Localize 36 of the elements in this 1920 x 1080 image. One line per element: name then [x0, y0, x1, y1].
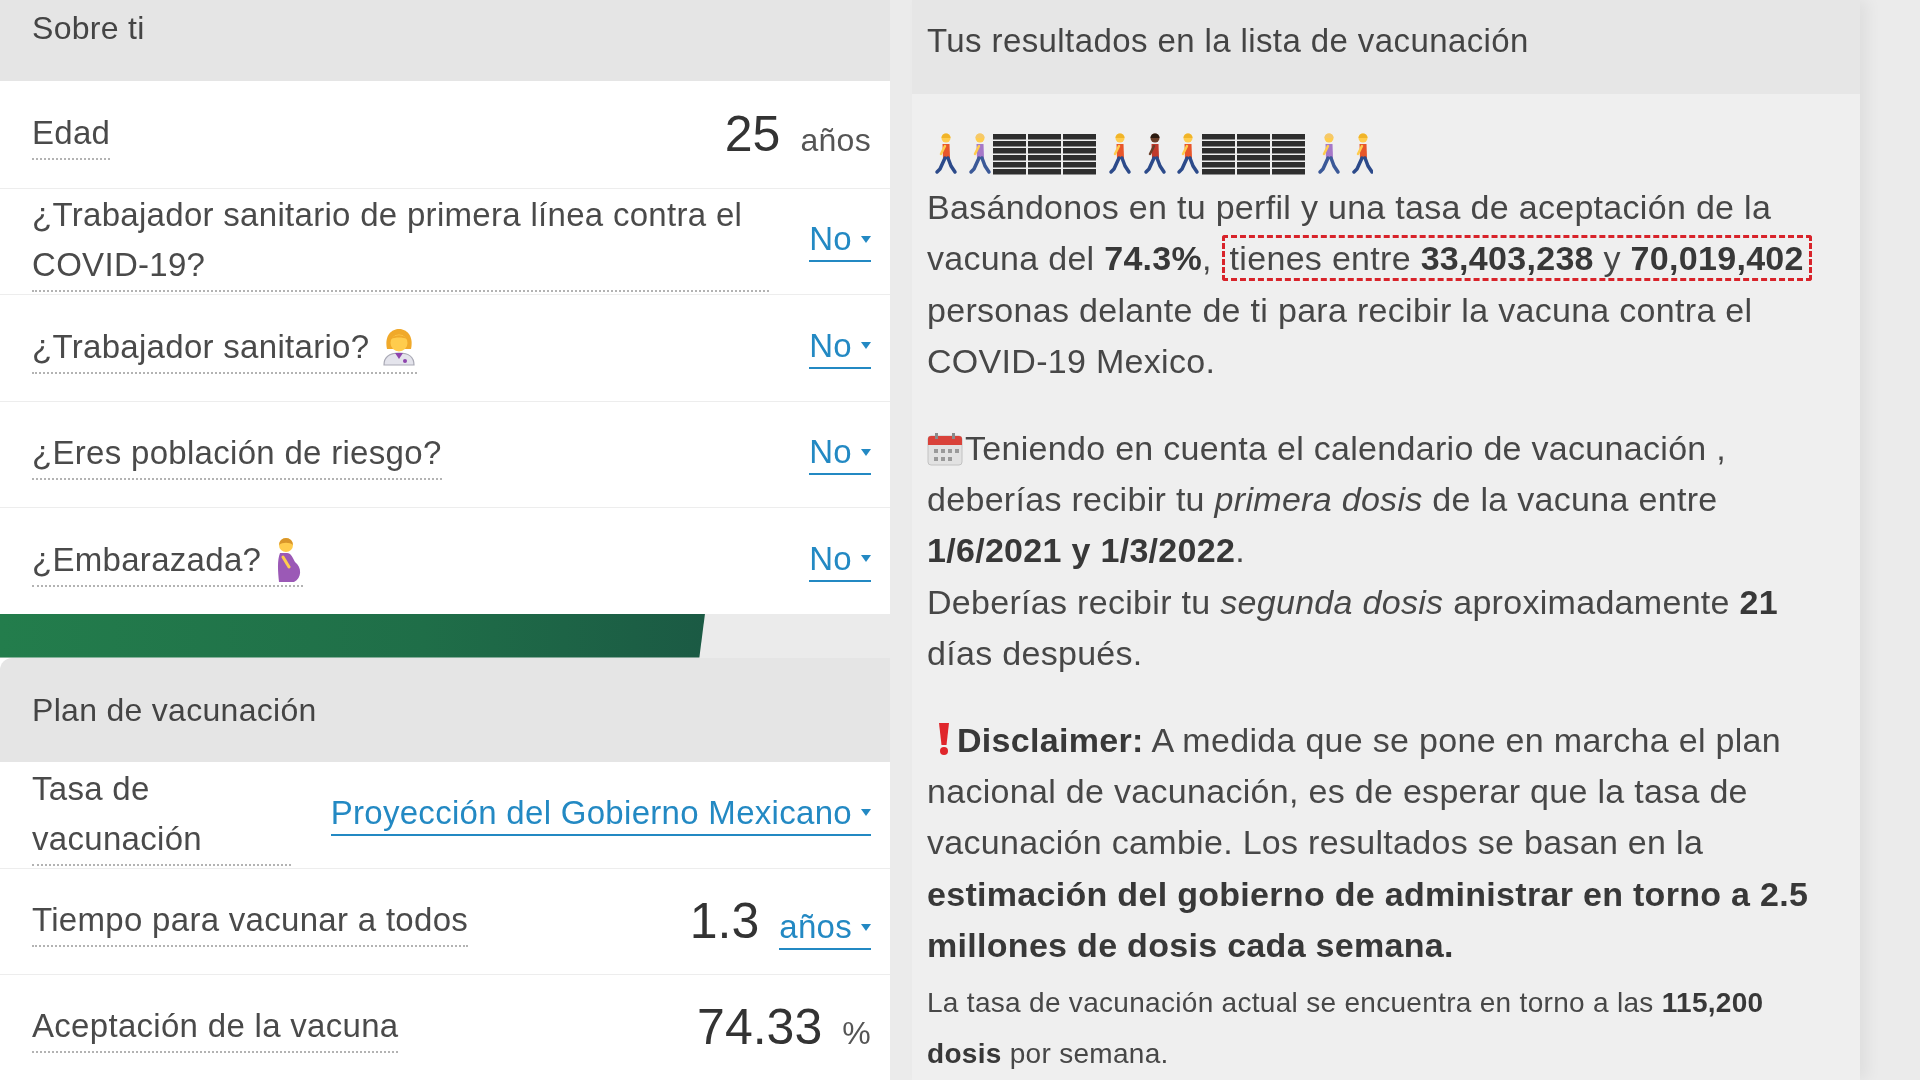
- exclamation-icon: [937, 721, 951, 756]
- caret-icon: [861, 809, 871, 816]
- caret-icon: [861, 448, 871, 456]
- section-title: Sobre ti: [32, 9, 145, 48]
- field-label: Tiempo para vacunar a todos: [32, 900, 469, 940]
- schedule-text: Teniendo en cuenta el calendario de vacunación , deberías recibir tu primera dosis de la vacuna entre 1/6/2021 y 1/3/2022. Deberías recibir tu segunda dosis aproximadamente 21 días después.: [927, 427, 1779, 675]
- number-input[interactable]: 1.3: [673, 891, 760, 951]
- field-label: Edad: [32, 113, 111, 154]
- caret-icon: [861, 923, 871, 931]
- unit-label: años: [800, 122, 871, 160]
- calendar-icon: [927, 431, 963, 466]
- field-label: ¿Eres población de riesgo?: [32, 433, 442, 474]
- results-summary: Basándonos en tu perfil y una tasa de aceptación de la vacuna del 74.3%, tienes entre 33,403,238 y 70,019,402 personas delante de ti para recibir la vacuna contra el COVID-19 Mexico.: [927, 182, 1842, 388]
- dropdown-link[interactable]: No: [809, 220, 871, 263]
- dropdown-link[interactable]: No: [809, 539, 871, 582]
- number-input[interactable]: 74.33: [680, 997, 823, 1057]
- field-label: Tasa de vacunación: [32, 768, 203, 859]
- section-title: Plan de vacunación: [32, 690, 317, 730]
- dropdown-link[interactable]: años: [779, 908, 871, 950]
- note-text: La tasa de vacunación actual se encuentra en torno a las 115,200 dosis por semana.: [927, 985, 1765, 1072]
- caret-icon: [861, 235, 871, 243]
- unit-label: %: [842, 1015, 871, 1052]
- caret-icon: [861, 342, 871, 350]
- number-input[interactable]: 25: [722, 104, 781, 165]
- field-label: ¿Trabajador sanitario?: [32, 326, 370, 367]
- field-label: ¿Trabajador sanitario de primera línea contra el COVID-19?: [32, 195, 744, 286]
- dropdown-link[interactable]: No: [809, 433, 871, 476]
- field-label: ¿Embarazada?: [32, 539, 262, 580]
- caret-icon: [861, 555, 871, 563]
- highlighted-text: tienes entre 33,403,238 y 70,019,402: [1221, 235, 1812, 282]
- health-worker-icon: [381, 327, 418, 366]
- disclaimer-text: Disclaimer: A medida que se pone en marcha el plan nacional de vacunación, es de esperar que la tasa de vacunación cambie. Los resultados se basan en la estimación del gobierno de administrar en torno a 2.5 millones de dosis cada semana.: [927, 719, 1810, 967]
- dropdown-link[interactable]: No: [809, 326, 871, 369]
- field-label: Aceptación de la vacuna: [32, 1006, 399, 1046]
- dropdown-link[interactable]: Proyección del Gobierno Mexicano: [330, 793, 871, 836]
- results-title: Tus resultados en la lista de vacunación: [927, 22, 1529, 59]
